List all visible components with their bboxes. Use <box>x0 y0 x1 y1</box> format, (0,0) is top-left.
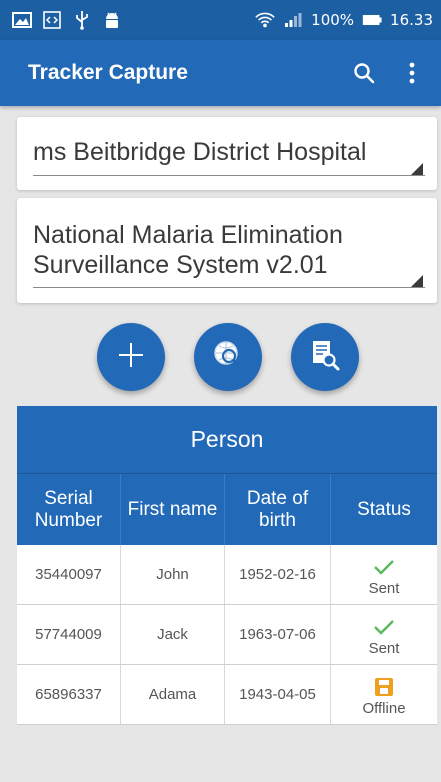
status-bar: 100% 16.33 <box>0 0 441 40</box>
search-icon[interactable] <box>349 58 379 88</box>
dob-cell: 1943-04-05 <box>225 665 331 724</box>
app-title: Tracker Capture <box>28 61 188 84</box>
program-card: National Malaria Elimination Surveillanc… <box>17 198 437 303</box>
report-search-icon <box>309 338 341 376</box>
serial-cell: 57744009 <box>17 605 121 664</box>
program-underline <box>33 287 425 288</box>
dob-cell: 1963-07-06 <box>225 605 331 664</box>
usb-icon <box>72 10 92 30</box>
android-icon <box>102 10 122 30</box>
serial-cell: 35440097 <box>17 545 121 604</box>
add-enrollment-button[interactable] <box>97 323 165 391</box>
column-header-dob[interactable]: Date of birth <box>225 474 331 545</box>
more-vert-icon[interactable] <box>397 58 427 88</box>
save-icon <box>373 676 395 698</box>
serial-cell: 65896337 <box>17 665 121 724</box>
first-name-cell: Jack <box>121 605 225 664</box>
status-cell: Sent <box>331 605 437 664</box>
signal-icon <box>283 10 303 30</box>
person-table: Person Serial Number First name Date of … <box>17 406 437 725</box>
battery-percent: 100% <box>311 11 355 29</box>
column-header-serial[interactable]: Serial Number <box>17 474 121 545</box>
search-globe-icon <box>211 338 245 376</box>
first-name-cell: Adama <box>121 665 225 724</box>
status-label: Sent <box>368 580 400 597</box>
table-row[interactable]: 35440097 John 1952-02-16 Sent <box>17 545 437 605</box>
status-label: Sent <box>368 640 400 657</box>
code-icon <box>42 10 62 30</box>
check-icon <box>373 556 395 578</box>
org-unit-select[interactable]: ms Beitbridge District Hospital <box>33 137 407 167</box>
status-cell: Offline <box>331 665 437 724</box>
org-unit-underline <box>33 175 425 176</box>
search-online-button[interactable] <box>194 323 262 391</box>
image-icon <box>12 10 32 30</box>
add-icon <box>116 340 146 374</box>
app-bar: Tracker Capture <box>0 40 441 106</box>
dropdown-arrow-icon[interactable] <box>411 275 423 287</box>
clock: 16.33 <box>390 11 433 29</box>
table-header-row: Serial Number First name Date of birth S… <box>17 473 437 545</box>
column-header-status[interactable]: Status <box>331 474 437 545</box>
table-row[interactable]: 57744009 Jack 1963-07-06 Sent <box>17 605 437 665</box>
status-label: Offline <box>362 700 406 717</box>
query-report-button[interactable] <box>291 323 359 391</box>
wifi-icon <box>255 10 275 30</box>
program-select[interactable]: National Malaria Elimination Surveillanc… <box>33 220 407 280</box>
battery-icon <box>362 10 382 30</box>
column-header-first-name[interactable]: First name <box>121 474 225 545</box>
check-icon <box>373 616 395 638</box>
status-cell: Sent <box>331 545 437 604</box>
dropdown-arrow-icon[interactable] <box>411 163 423 175</box>
dob-cell: 1952-02-16 <box>225 545 331 604</box>
first-name-cell: John <box>121 545 225 604</box>
table-title: Person <box>17 406 437 473</box>
table-row[interactable]: 65896337 Adama 1943-04-05 Offline <box>17 665 437 725</box>
org-unit-card: ms Beitbridge District Hospital <box>17 117 437 190</box>
